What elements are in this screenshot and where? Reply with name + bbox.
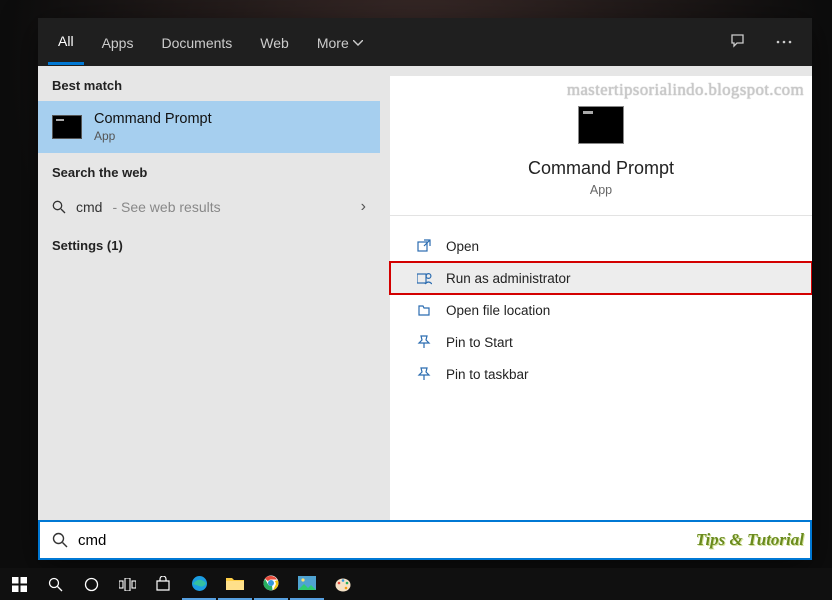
app-title: Command Prompt (528, 158, 674, 179)
search-bar[interactable]: Tips & Tutorial (38, 520, 812, 560)
action-pin-start-label: Pin to Start (446, 335, 513, 350)
feedback-icon[interactable] (720, 33, 758, 51)
cmd-icon (52, 115, 82, 139)
search-tabs: All Apps Documents Web More (38, 18, 812, 66)
action-pin-to-taskbar[interactable]: Pin to taskbar (390, 358, 812, 390)
pin-icon (416, 366, 432, 382)
start-button[interactable] (2, 568, 36, 600)
chrome-icon[interactable] (254, 568, 288, 600)
settings-label[interactable]: Settings (1) (38, 226, 380, 261)
more-options-icon[interactable] (766, 40, 802, 44)
folder-icon (416, 302, 432, 318)
gallery-icon[interactable] (290, 568, 324, 600)
store-icon[interactable] (146, 568, 180, 600)
search-body: Best match Command Prompt App Search the… (38, 66, 812, 520)
search-web-label: Search the web (38, 153, 380, 188)
best-match-label: Best match (38, 66, 380, 101)
tab-documents[interactable]: Documents (151, 21, 242, 64)
tab-apps[interactable]: Apps (92, 21, 144, 64)
start-search-window: All Apps Documents Web More Best match C… (38, 18, 812, 560)
action-run-admin-label: Run as administrator (446, 271, 571, 286)
tab-more-label: More (317, 35, 349, 51)
cortana-icon[interactable] (74, 568, 108, 600)
taskbar (0, 568, 832, 600)
result-subtitle: App (94, 129, 212, 143)
search-input[interactable] (78, 532, 798, 549)
search-icon (52, 200, 66, 214)
tab-all[interactable]: All (48, 19, 84, 65)
task-view-icon[interactable] (110, 568, 144, 600)
chevron-down-icon (353, 40, 363, 46)
tab-more[interactable]: More (307, 21, 373, 64)
pin-icon (416, 334, 432, 350)
action-pin-to-start[interactable]: Pin to Start (390, 326, 812, 358)
open-icon (416, 238, 432, 254)
action-run-as-administrator[interactable]: Run as administrator (390, 262, 812, 294)
file-explorer-icon[interactable] (218, 568, 252, 600)
result-title: Command Prompt (94, 111, 212, 127)
search-taskbar-icon[interactable] (38, 568, 72, 600)
web-query-text: cmd (76, 199, 102, 215)
tab-web[interactable]: Web (250, 21, 299, 64)
best-match-text: Command Prompt App (94, 111, 212, 143)
web-result[interactable]: cmd - See web results › (38, 188, 380, 226)
chevron-right-icon: › (361, 198, 366, 216)
results-list: Best match Command Prompt App Search the… (38, 66, 380, 520)
app-hero: Command Prompt App (390, 76, 812, 216)
action-open-loc-label: Open file location (446, 303, 550, 318)
action-pin-taskbar-label: Pin to taskbar (446, 367, 529, 382)
search-icon (52, 532, 68, 548)
app-subtitle: App (590, 183, 612, 197)
app-actions: Open Run as administrator Open file loca… (390, 216, 812, 404)
cmd-icon-large (578, 106, 624, 144)
action-open[interactable]: Open (390, 230, 812, 262)
see-web-results: - See web results (112, 199, 220, 215)
paint-icon[interactable] (326, 568, 360, 600)
action-open-file-location[interactable]: Open file location (390, 294, 812, 326)
best-match-result[interactable]: Command Prompt App (38, 101, 380, 153)
details-pane: mastertipsorialindo.blogspot.com Command… (390, 76, 812, 520)
admin-icon (416, 270, 432, 286)
edge-icon[interactable] (182, 568, 216, 600)
action-open-label: Open (446, 239, 479, 254)
